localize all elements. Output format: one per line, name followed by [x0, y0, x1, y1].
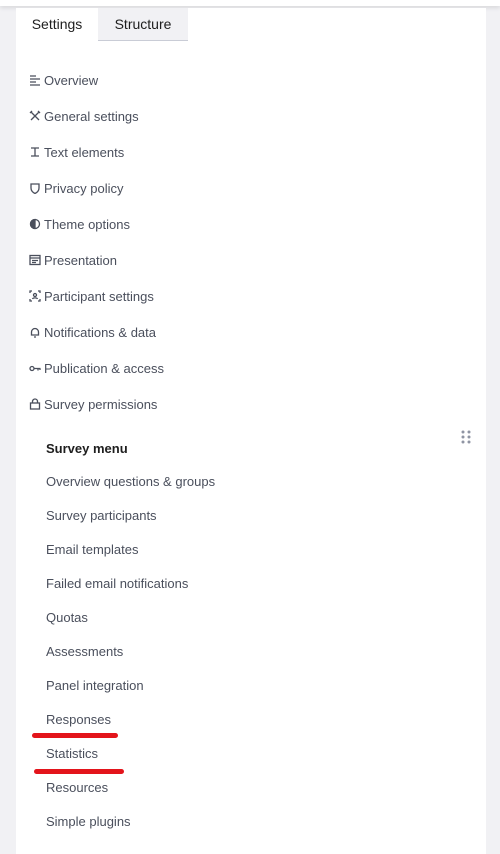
participant-scan-icon — [29, 290, 41, 302]
sidebar-item-overview[interactable]: Overview — [29, 70, 164, 90]
menu-item-overview-questions-groups[interactable]: Overview questions & groups — [46, 474, 215, 492]
menu-item-survey-participants[interactable]: Survey participants — [46, 508, 215, 526]
menu-item-responses[interactable]: Responses — [46, 712, 215, 730]
menu-item-statistics[interactable]: Statistics — [46, 746, 215, 764]
sidebar-item-label: Overview — [44, 72, 99, 88]
sidebar-item-notifications-data[interactable]: Notifications & data — [29, 322, 164, 342]
sidebar-item-label: Participant settings — [44, 288, 154, 304]
tab-structure[interactable]: Structure — [98, 8, 188, 41]
list-lines-icon — [29, 74, 41, 86]
menu-item-email-templates[interactable]: Email templates — [46, 542, 215, 560]
presentation-window-icon — [29, 254, 41, 266]
survey-menu-title: Survey menu — [46, 441, 128, 456]
sidebar-item-label: General settings — [44, 108, 139, 124]
annotation-underline-statistics — [34, 769, 124, 774]
sidebar-tabs: Settings Structure — [16, 8, 188, 41]
tools-icon — [29, 110, 41, 122]
sidebar-item-privacy-policy[interactable]: Privacy policy — [29, 178, 164, 198]
sidebar-item-participant-settings[interactable]: Participant settings — [29, 286, 164, 306]
drag-handle-icon[interactable] — [460, 429, 472, 445]
menu-item-failed-email-notifications[interactable]: Failed email notifications — [46, 576, 215, 594]
sidebar-item-label: Text elements — [44, 144, 125, 160]
shield-icon — [29, 182, 41, 194]
menu-item-resources[interactable]: Resources — [46, 780, 215, 798]
sidebar-item-presentation[interactable]: Presentation — [29, 250, 164, 270]
menu-item-quotas[interactable]: Quotas — [46, 610, 215, 628]
sidebar-item-label: Publication & access — [44, 360, 164, 376]
lock-icon — [29, 398, 41, 410]
annotation-underline-responses — [32, 733, 118, 738]
menu-item-panel-integration[interactable]: Panel integration — [46, 678, 215, 696]
sidebar-item-label: Survey permissions — [44, 396, 158, 412]
sidebar-item-label: Presentation — [44, 252, 117, 268]
sidebar-item-survey-permissions[interactable]: Survey permissions — [29, 394, 164, 414]
sidebar-item-label: Theme options — [44, 216, 130, 232]
tab-settings[interactable]: Settings — [16, 8, 98, 41]
menu-item-simple-plugins[interactable]: Simple plugins — [46, 814, 215, 832]
text-cursor-icon — [29, 146, 41, 158]
top-bar — [0, 0, 500, 6]
survey-menu-list: Overview questions & groups Survey parti… — [46, 474, 215, 848]
menu-item-assessments[interactable]: Assessments — [46, 644, 215, 662]
sidebar-item-theme-options[interactable]: Theme options — [29, 214, 164, 234]
sidebar-item-general-settings[interactable]: General settings — [29, 106, 164, 126]
sidebar-item-label: Notifications & data — [44, 324, 157, 340]
bell-icon — [29, 326, 41, 338]
settings-list: Overview General settings Text elements … — [29, 70, 164, 430]
contrast-icon — [29, 218, 41, 230]
sidebar-item-publication-access[interactable]: Publication & access — [29, 358, 164, 378]
key-icon — [29, 362, 41, 374]
sidebar-item-label: Privacy policy — [44, 180, 124, 196]
sidebar-item-text-elements[interactable]: Text elements — [29, 142, 164, 162]
